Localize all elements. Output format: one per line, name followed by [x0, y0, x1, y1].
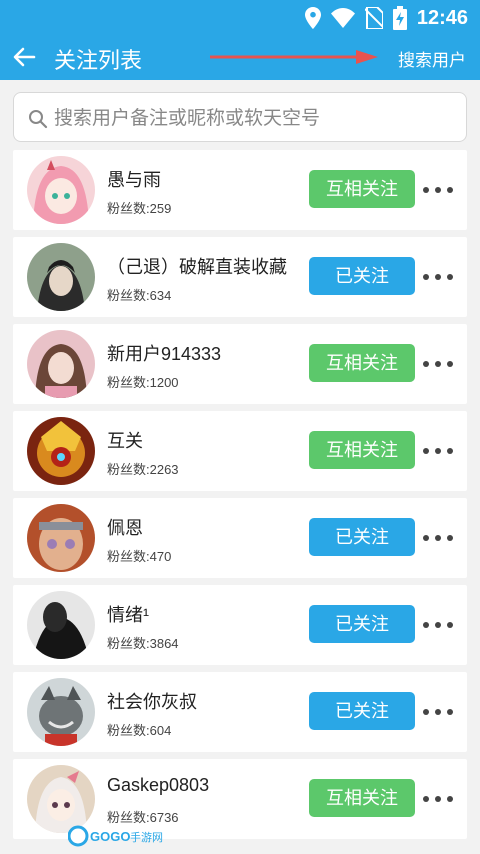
watermark-logo: GOGO 手游网: [67, 824, 168, 848]
avatar[interactable]: [27, 243, 95, 311]
follow-status-button[interactable]: 已关注: [309, 257, 415, 295]
wifi-icon: [330, 8, 355, 28]
user-name: 愚与雨: [107, 170, 161, 190]
user-name: Gaskep0803: [107, 775, 210, 795]
fan-count: 粉丝数:604: [107, 723, 172, 738]
status-bar: 12:46: [0, 0, 480, 34]
status-time: 12:46: [416, 6, 468, 29]
status-icons: 12:46: [304, 6, 468, 30]
follow-status-button[interactable]: 已关注: [309, 518, 415, 556]
more-icon[interactable]: [423, 613, 453, 637]
search-bar: [13, 92, 467, 142]
user-name: 新用户914333: [107, 344, 222, 364]
list-item[interactable]: 情绪¹ 粉丝数:3864 已关注: [13, 585, 467, 665]
follow-status-button[interactable]: 互相关注: [309, 431, 415, 469]
follow-status-button[interactable]: 互相关注: [309, 344, 415, 382]
battery-charging-icon: [392, 6, 407, 30]
fan-count: 粉丝数:470: [107, 549, 172, 564]
user-name: 社会你灰叔: [107, 692, 197, 712]
follow-status-button[interactable]: 已关注: [309, 692, 415, 730]
list-item[interactable]: 社会你灰叔 粉丝数:604 已关注: [13, 672, 467, 752]
avatar[interactable]: [27, 678, 95, 746]
user-name: 佩恩: [107, 518, 143, 538]
list-item[interactable]: 新用户914333 粉丝数:1200 互相关注: [13, 324, 467, 404]
search-user-button[interactable]: 搜索用户: [398, 46, 466, 71]
more-icon[interactable]: [423, 265, 453, 289]
avatar[interactable]: [27, 504, 95, 572]
more-icon[interactable]: [423, 352, 453, 376]
fan-count: 粉丝数:1200: [107, 375, 179, 390]
pointer-arrow-icon: [210, 50, 378, 64]
list-item[interactable]: （己退）破解直装收藏 粉丝数:634 已关注: [13, 237, 467, 317]
more-icon[interactable]: [423, 439, 453, 463]
fan-count: 粉丝数:259: [107, 201, 172, 216]
fan-count: 粉丝数:2263: [107, 462, 179, 477]
avatar[interactable]: [27, 417, 95, 485]
avatar[interactable]: [27, 765, 95, 833]
app-bar: 关注列表 搜索用户: [0, 34, 480, 80]
more-icon[interactable]: [423, 700, 453, 724]
location-icon: [304, 7, 321, 29]
no-sim-icon: [364, 7, 383, 29]
follow-status-button[interactable]: 已关注: [309, 605, 415, 643]
avatar[interactable]: [27, 156, 95, 224]
svg-text:手游网: 手游网: [130, 830, 163, 844]
follow-status-button[interactable]: 互相关注: [309, 170, 415, 208]
page-title: 关注列表: [54, 48, 143, 73]
list-item[interactable]: 愚与雨 粉丝数:259 互相关注: [13, 150, 467, 230]
fan-count: 粉丝数:634: [107, 288, 172, 303]
search-input[interactable]: [54, 103, 454, 133]
more-icon[interactable]: [423, 787, 453, 811]
more-icon[interactable]: [423, 178, 453, 202]
search-icon: [29, 110, 48, 129]
list-item[interactable]: 佩恩 粉丝数:470 已关注: [13, 498, 467, 578]
list-item[interactable]: 互关 粉丝数:2263 互相关注: [13, 411, 467, 491]
more-icon[interactable]: [423, 526, 453, 550]
fan-count: 粉丝数:3864: [107, 636, 179, 651]
back-arrow-icon[interactable]: [12, 45, 36, 69]
follow-list: 愚与雨 粉丝数:259 互相关注 （己退）破解直装收藏 粉丝数:634 已关注: [13, 150, 467, 846]
user-name: （己退）破解直装收藏: [107, 257, 287, 277]
user-name: 互关: [107, 431, 143, 451]
avatar[interactable]: [27, 591, 95, 659]
avatar[interactable]: [27, 330, 95, 398]
user-name: 情绪¹: [107, 605, 149, 625]
follow-status-button[interactable]: 互相关注: [309, 779, 415, 817]
svg-text:GOGO: GOGO: [90, 829, 130, 844]
